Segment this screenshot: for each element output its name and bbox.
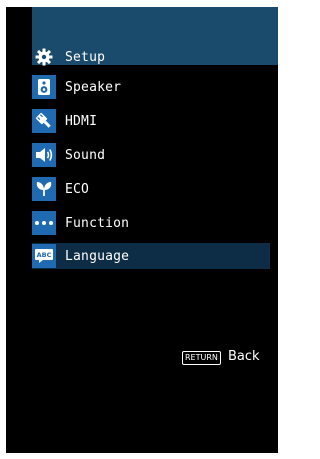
dots-icon: [32, 211, 56, 235]
menu-item-sound[interactable]: Sound: [32, 142, 270, 168]
menu-title-label: Setup: [65, 49, 106, 65]
menu-item-label: Function: [65, 215, 130, 231]
leaf-icon: [32, 177, 56, 201]
gear-icon: [32, 45, 56, 69]
volume-icon: [32, 143, 56, 167]
svg-text:ABC: ABC: [37, 251, 52, 259]
speaker-icon: [32, 75, 56, 99]
menu-item-label: HDMI: [65, 113, 98, 129]
menu-item-label: Sound: [65, 147, 106, 163]
back-label: Back: [228, 349, 260, 364]
abc-icon: ABC: [32, 244, 56, 268]
menu-item-eco[interactable]: ECO: [32, 176, 270, 202]
menu-item-language[interactable]: ABC Language: [32, 243, 270, 269]
return-key-badge[interactable]: RETURN: [182, 351, 221, 365]
menu-item-label: Language: [65, 248, 130, 264]
menu-item-hdmi[interactable]: HDMI: [32, 108, 270, 134]
menu-title-setup: Setup: [32, 44, 270, 70]
menu-item-label: Speaker: [65, 79, 122, 95]
menu-item-label: ECO: [65, 181, 90, 197]
setup-menu-screen: Setup Speaker HDMI Sound ECO Function AB…: [6, 7, 278, 453]
menu-item-speaker[interactable]: Speaker: [32, 74, 270, 100]
hdmi-plug-icon: [32, 109, 56, 133]
menu-item-function[interactable]: Function: [32, 210, 270, 236]
